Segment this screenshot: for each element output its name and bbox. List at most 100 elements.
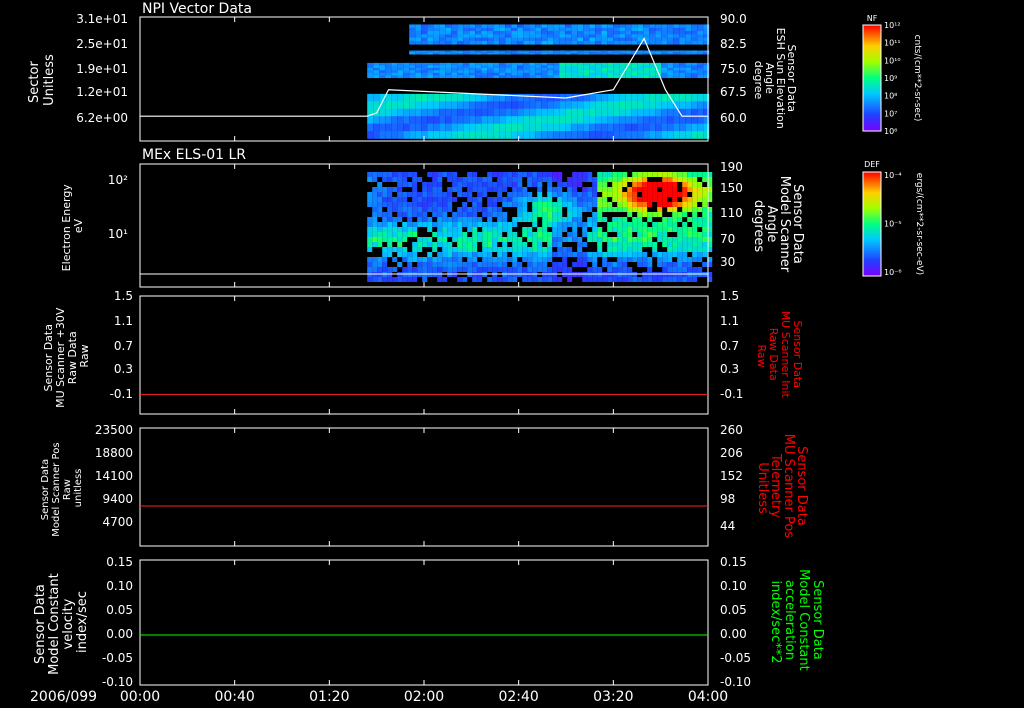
- heatmap-cell: [547, 177, 553, 182]
- heatmap-cell: [679, 67, 686, 71]
- heatmap-cell: [597, 202, 603, 207]
- heatmap-cell: [469, 108, 476, 117]
- heatmap-cell: [691, 116, 698, 124]
- heatmap-cell: [577, 40, 584, 45]
- heatmap-cell: [523, 67, 530, 71]
- heatmap-cell: [442, 277, 448, 282]
- heatmap-cell: [477, 252, 483, 257]
- heatmap-cell: [475, 37, 482, 42]
- y2-tick-label: 70: [720, 232, 735, 246]
- heatmap-cell: [537, 267, 543, 272]
- heatmap-cell: [657, 232, 663, 237]
- heatmap-cell: [529, 24, 536, 29]
- heatmap-cell: [577, 34, 584, 38]
- heatmap-cell: [552, 277, 558, 282]
- heatmap-cell: [439, 40, 446, 45]
- heatmap-cell: [632, 277, 638, 282]
- heatmap-cell: [632, 192, 638, 197]
- heatmap-cell: [415, 65, 422, 69]
- heatmap-cell: [601, 24, 608, 29]
- heatmap-cell: [463, 75, 470, 79]
- heatmap-cell: [377, 197, 383, 202]
- heatmap-cell: [537, 257, 543, 262]
- heatmap-cell: [619, 31, 626, 35]
- heatmap-cell: [457, 217, 463, 222]
- heatmap-cell: [642, 232, 648, 237]
- heatmap-cell: [487, 187, 493, 192]
- heatmap-cell: [649, 108, 656, 117]
- heatmap-cell: [595, 37, 602, 42]
- heatmap-cell: [565, 75, 572, 79]
- heatmap-cell: [632, 197, 638, 202]
- heatmap-cell: [631, 24, 638, 29]
- heatmap-cell: [632, 242, 638, 247]
- heatmap-cell: [451, 24, 458, 29]
- heatmap-cell: [637, 34, 644, 38]
- heatmap-cell: [529, 101, 536, 110]
- heatmap-cell: [517, 262, 523, 267]
- heatmap-cell: [687, 177, 693, 182]
- heatmap-cell: [451, 75, 458, 79]
- heatmap-cell: [382, 202, 388, 207]
- heatmap-cell: [529, 123, 536, 132]
- heatmap-cell: [417, 257, 423, 262]
- heatmap-cell: [373, 70, 380, 74]
- heatmap-cell: [631, 93, 638, 102]
- heatmap-cell: [452, 257, 458, 262]
- heatmap-cell: [642, 182, 648, 187]
- heatmap-cell: [672, 187, 678, 192]
- heatmap-cell: [652, 227, 658, 232]
- heatmap-cell: [685, 131, 692, 139]
- y2-tick-label: 150: [720, 181, 743, 195]
- heatmap-cell: [469, 31, 476, 35]
- heatmap-cell: [583, 116, 590, 124]
- heatmap-cell: [587, 267, 593, 272]
- heatmap-cell: [632, 257, 638, 262]
- heatmap-cell: [597, 252, 603, 257]
- y2-tick-label: 0.05: [720, 603, 747, 617]
- heatmap-cell: [535, 101, 542, 110]
- heatmap-cell: [487, 257, 493, 262]
- heatmap-cell: [577, 247, 583, 252]
- heatmap-cell: [529, 27, 536, 32]
- heatmap-cell: [647, 267, 653, 272]
- heatmap-cell: [597, 212, 603, 217]
- heatmap-cell: [457, 34, 464, 38]
- heatmap-cell: [657, 182, 663, 187]
- y-ticks-right: 1.5 1.1 0.7 0.3 -0.1: [720, 289, 743, 401]
- heatmap-cell: [529, 108, 536, 117]
- heatmap-cell: [607, 123, 614, 132]
- heatmap-cell: [687, 242, 693, 247]
- heatmap-cell: [402, 207, 408, 212]
- heatmap-cell: [637, 212, 643, 217]
- heatmap-cell: [487, 53, 494, 55]
- heatmap-cell: [541, 24, 548, 29]
- heatmap-cell: [643, 65, 650, 69]
- heatmap-cell: [602, 232, 608, 237]
- heatmap-cell: [577, 75, 584, 79]
- heatmap-cell: [392, 277, 398, 282]
- heatmap-cell: [445, 131, 452, 139]
- heatmap-cell: [421, 75, 428, 79]
- heatmap-cell: [535, 116, 542, 124]
- heatmap-cell: [643, 67, 650, 71]
- heatmap-cell: [613, 40, 620, 45]
- heatmap-cell: [457, 262, 463, 267]
- heatmap-cell: [415, 70, 422, 74]
- heatmap-cell: [607, 202, 613, 207]
- colorbar-tick-label: 10¹⁰: [884, 56, 901, 65]
- heatmap-cell: [572, 207, 578, 212]
- heatmap-cell: [627, 242, 633, 247]
- heatmap-cell: [642, 172, 648, 177]
- heatmap-cell: [617, 242, 623, 247]
- heatmap-cell: [541, 70, 548, 74]
- heatmap-cell: [643, 70, 650, 74]
- heatmap-cell: [475, 108, 482, 117]
- heatmap-cell: [522, 242, 528, 247]
- heatmap-cell: [452, 262, 458, 267]
- heatmap-cell: [451, 116, 458, 124]
- heatmap-cell: [402, 192, 408, 197]
- heatmap-cell: [463, 72, 470, 76]
- heatmap-cell: [439, 108, 446, 117]
- heatmap-cell: [612, 192, 618, 197]
